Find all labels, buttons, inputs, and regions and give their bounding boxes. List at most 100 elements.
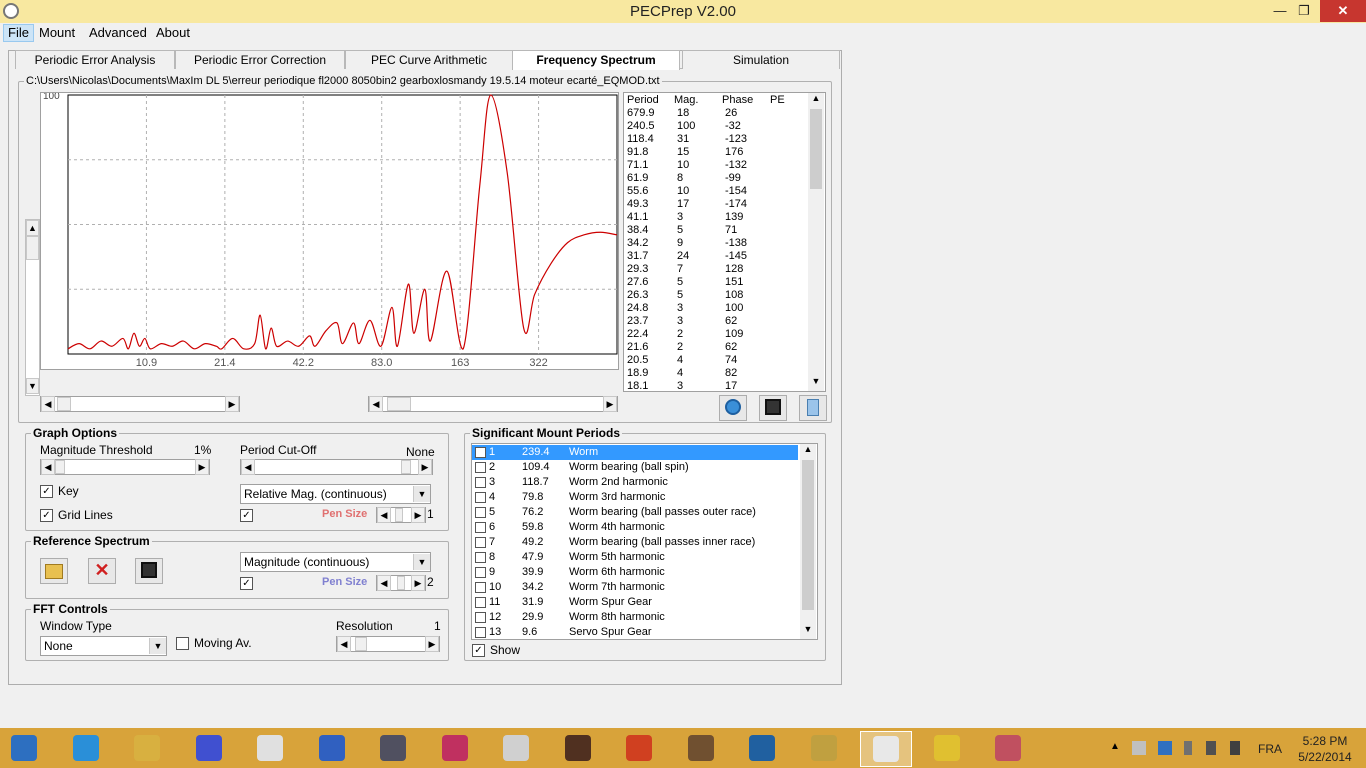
slider-thumb[interactable]	[55, 460, 65, 474]
window-type-select[interactable]: None ▼	[40, 636, 167, 656]
internet-explorer-icon[interactable]	[68, 731, 104, 765]
scroll-right-icon[interactable]: ▶	[603, 396, 617, 412]
save-reference-button[interactable]	[135, 558, 163, 584]
tab-periodic-error-analysis[interactable]: Periodic Error Analysis	[15, 50, 175, 69]
mount-period-checkbox[interactable]	[475, 522, 486, 533]
mount-period-checkbox[interactable]	[475, 537, 486, 548]
globe-icon[interactable]	[314, 731, 350, 765]
reference-pen-checkbox[interactable]: ✓	[240, 577, 253, 590]
compass-icon[interactable]	[806, 731, 842, 765]
scroll-right-icon[interactable]: ▶	[411, 575, 425, 591]
scroll-left-icon[interactable]: ◀	[377, 507, 391, 523]
mount-period-row[interactable]: 6 59.8 Worm 4th harmonic	[472, 520, 798, 535]
menu-advanced[interactable]: Advanced	[85, 24, 151, 42]
mount-period-checkbox[interactable]	[475, 567, 486, 578]
scroll-left-icon[interactable]: ◀	[337, 636, 351, 652]
owl-icon[interactable]	[683, 731, 719, 765]
period-cutoff-slider[interactable]: ◀ ▶	[240, 459, 433, 475]
language-indicator[interactable]: FRA	[1258, 742, 1282, 756]
scroll-left-icon[interactable]: ◀	[377, 575, 391, 591]
pen-checkbox[interactable]: ✓	[240, 509, 253, 522]
camera-icon[interactable]	[560, 731, 596, 765]
menu-mount[interactable]: Mount	[35, 24, 79, 42]
network-signal-icon[interactable]	[1230, 741, 1240, 755]
scroll-thumb[interactable]	[26, 236, 39, 260]
scroll-thumb[interactable]	[810, 109, 822, 189]
mount-period-checkbox[interactable]	[475, 627, 486, 638]
horizontal-scrollbar-right[interactable]: ◀ ▶	[368, 396, 618, 412]
save-button[interactable]	[759, 395, 787, 421]
slider-thumb[interactable]	[401, 460, 411, 474]
reference-mode-select[interactable]: Magnitude (continuous) ▼	[240, 552, 431, 572]
pen-size-slider[interactable]: ◀ ▶	[376, 507, 426, 523]
mount-period-row[interactable]: 1 239.4 Worm	[472, 445, 798, 460]
gear-app-icon[interactable]	[929, 731, 965, 765]
mount-period-row[interactable]: 10 34.2 Worm 7th harmonic	[472, 580, 798, 595]
scroll-thumb[interactable]	[57, 397, 71, 411]
spectrum-mode-select[interactable]: Relative Mag. (continuous) ▼	[240, 484, 431, 504]
menu-file[interactable]: File	[3, 24, 34, 42]
scroll-down-icon[interactable]: ▼	[26, 378, 39, 394]
pickaxe-icon[interactable]	[621, 731, 657, 765]
tab-simulation[interactable]: Simulation	[682, 50, 840, 69]
mount-period-row[interactable]: 13 9.6 Servo Spur Gear	[472, 625, 798, 639]
flag-icon[interactable]	[1132, 741, 1146, 755]
horizontal-scrollbar-left[interactable]: ◀ ▶	[40, 396, 240, 412]
mount-period-row[interactable]: 12 29.9 Worm 8th harmonic	[472, 610, 798, 625]
tab-pec-curve-arithmetic[interactable]: PEC Curve Arithmetic	[345, 50, 513, 69]
mount-period-row[interactable]: 8 47.9 Worm 5th harmonic	[472, 550, 798, 565]
chevron-down-icon[interactable]: ▼	[413, 486, 430, 502]
mount-period-row[interactable]: 5 76.2 Worm bearing (ball passes outer rac…	[472, 505, 798, 520]
list-vertical-scrollbar[interactable]: ▲ ▼	[800, 444, 816, 639]
close-button[interactable]: ✕	[1320, 0, 1366, 22]
slider-thumb[interactable]	[397, 576, 405, 590]
scroll-right-icon[interactable]: ▶	[411, 507, 425, 523]
mount-period-checkbox[interactable]	[475, 597, 486, 608]
scroll-left-icon[interactable]: ◀	[241, 459, 255, 475]
scroll-right-icon[interactable]: ▶	[418, 459, 432, 475]
cube-app-icon[interactable]	[191, 731, 227, 765]
clear-reference-button[interactable]: ✕	[88, 558, 116, 584]
key-checkbox[interactable]: ✓	[40, 485, 53, 498]
scroll-left-icon[interactable]: ◀	[41, 459, 55, 475]
scroll-left-icon[interactable]: ◀	[41, 396, 55, 412]
list-vertical-scrollbar[interactable]: ▲ ▼	[808, 93, 824, 391]
tab-frequency-spectrum[interactable]: Frequency Spectrum	[512, 50, 680, 70]
scroll-down-icon[interactable]: ▼	[808, 376, 824, 390]
vertical-zoom-scrollbar[interactable]: ▲ ▼	[25, 219, 40, 396]
comet-icon[interactable]	[375, 731, 411, 765]
moving-average-checkbox[interactable]	[176, 637, 189, 650]
mount-period-row[interactable]: 3 118.7 Worm 2nd harmonic	[472, 475, 798, 490]
resolution-slider[interactable]: ◀ ▶	[336, 636, 440, 652]
grid-lines-checkbox[interactable]: ✓	[40, 509, 53, 522]
tray-up-arrow-icon[interactable]: ▲	[1110, 741, 1120, 752]
usb-device-icon[interactable]	[1184, 741, 1192, 755]
refresh-button[interactable]	[719, 395, 747, 421]
mount-period-row[interactable]: 2 109.4 Worm bearing (ball spin)	[472, 460, 798, 475]
color-app-icon[interactable]	[437, 731, 473, 765]
clock-time[interactable]: 5:28 PM	[1300, 734, 1350, 748]
eqmod-icon[interactable]	[990, 731, 1026, 765]
show-checkbox[interactable]: ✓	[472, 644, 485, 657]
scroll-right-icon[interactable]: ▶	[195, 459, 209, 475]
mount-period-checkbox[interactable]	[475, 507, 486, 518]
pecprep-icon[interactable]	[860, 731, 912, 767]
mount-period-row[interactable]: 11 31.9 Worm Spur Gear	[472, 595, 798, 610]
file-explorer-icon[interactable]	[129, 731, 165, 765]
scroll-up-icon[interactable]: ▲	[808, 93, 824, 107]
reference-pen-size-slider[interactable]: ◀ ▶	[376, 575, 426, 591]
mount-period-checkbox[interactable]	[475, 552, 486, 563]
battery-icon[interactable]	[1206, 741, 1216, 755]
chevron-down-icon[interactable]: ▼	[149, 638, 166, 654]
maximize-button[interactable]: ❐	[1288, 0, 1320, 22]
scroll-right-icon[interactable]: ▶	[425, 636, 439, 652]
mount-period-checkbox[interactable]	[475, 612, 486, 623]
dropbox-icon[interactable]	[1158, 741, 1172, 755]
mount-period-checkbox[interactable]	[475, 462, 486, 473]
windows-start-icon[interactable]	[6, 731, 42, 765]
stellarium-icon[interactable]	[744, 731, 780, 765]
mount-period-checkbox[interactable]	[475, 447, 486, 458]
mount-period-checkbox[interactable]	[475, 492, 486, 503]
mount-period-checkbox[interactable]	[475, 582, 486, 593]
telescope-icon[interactable]	[252, 731, 288, 765]
